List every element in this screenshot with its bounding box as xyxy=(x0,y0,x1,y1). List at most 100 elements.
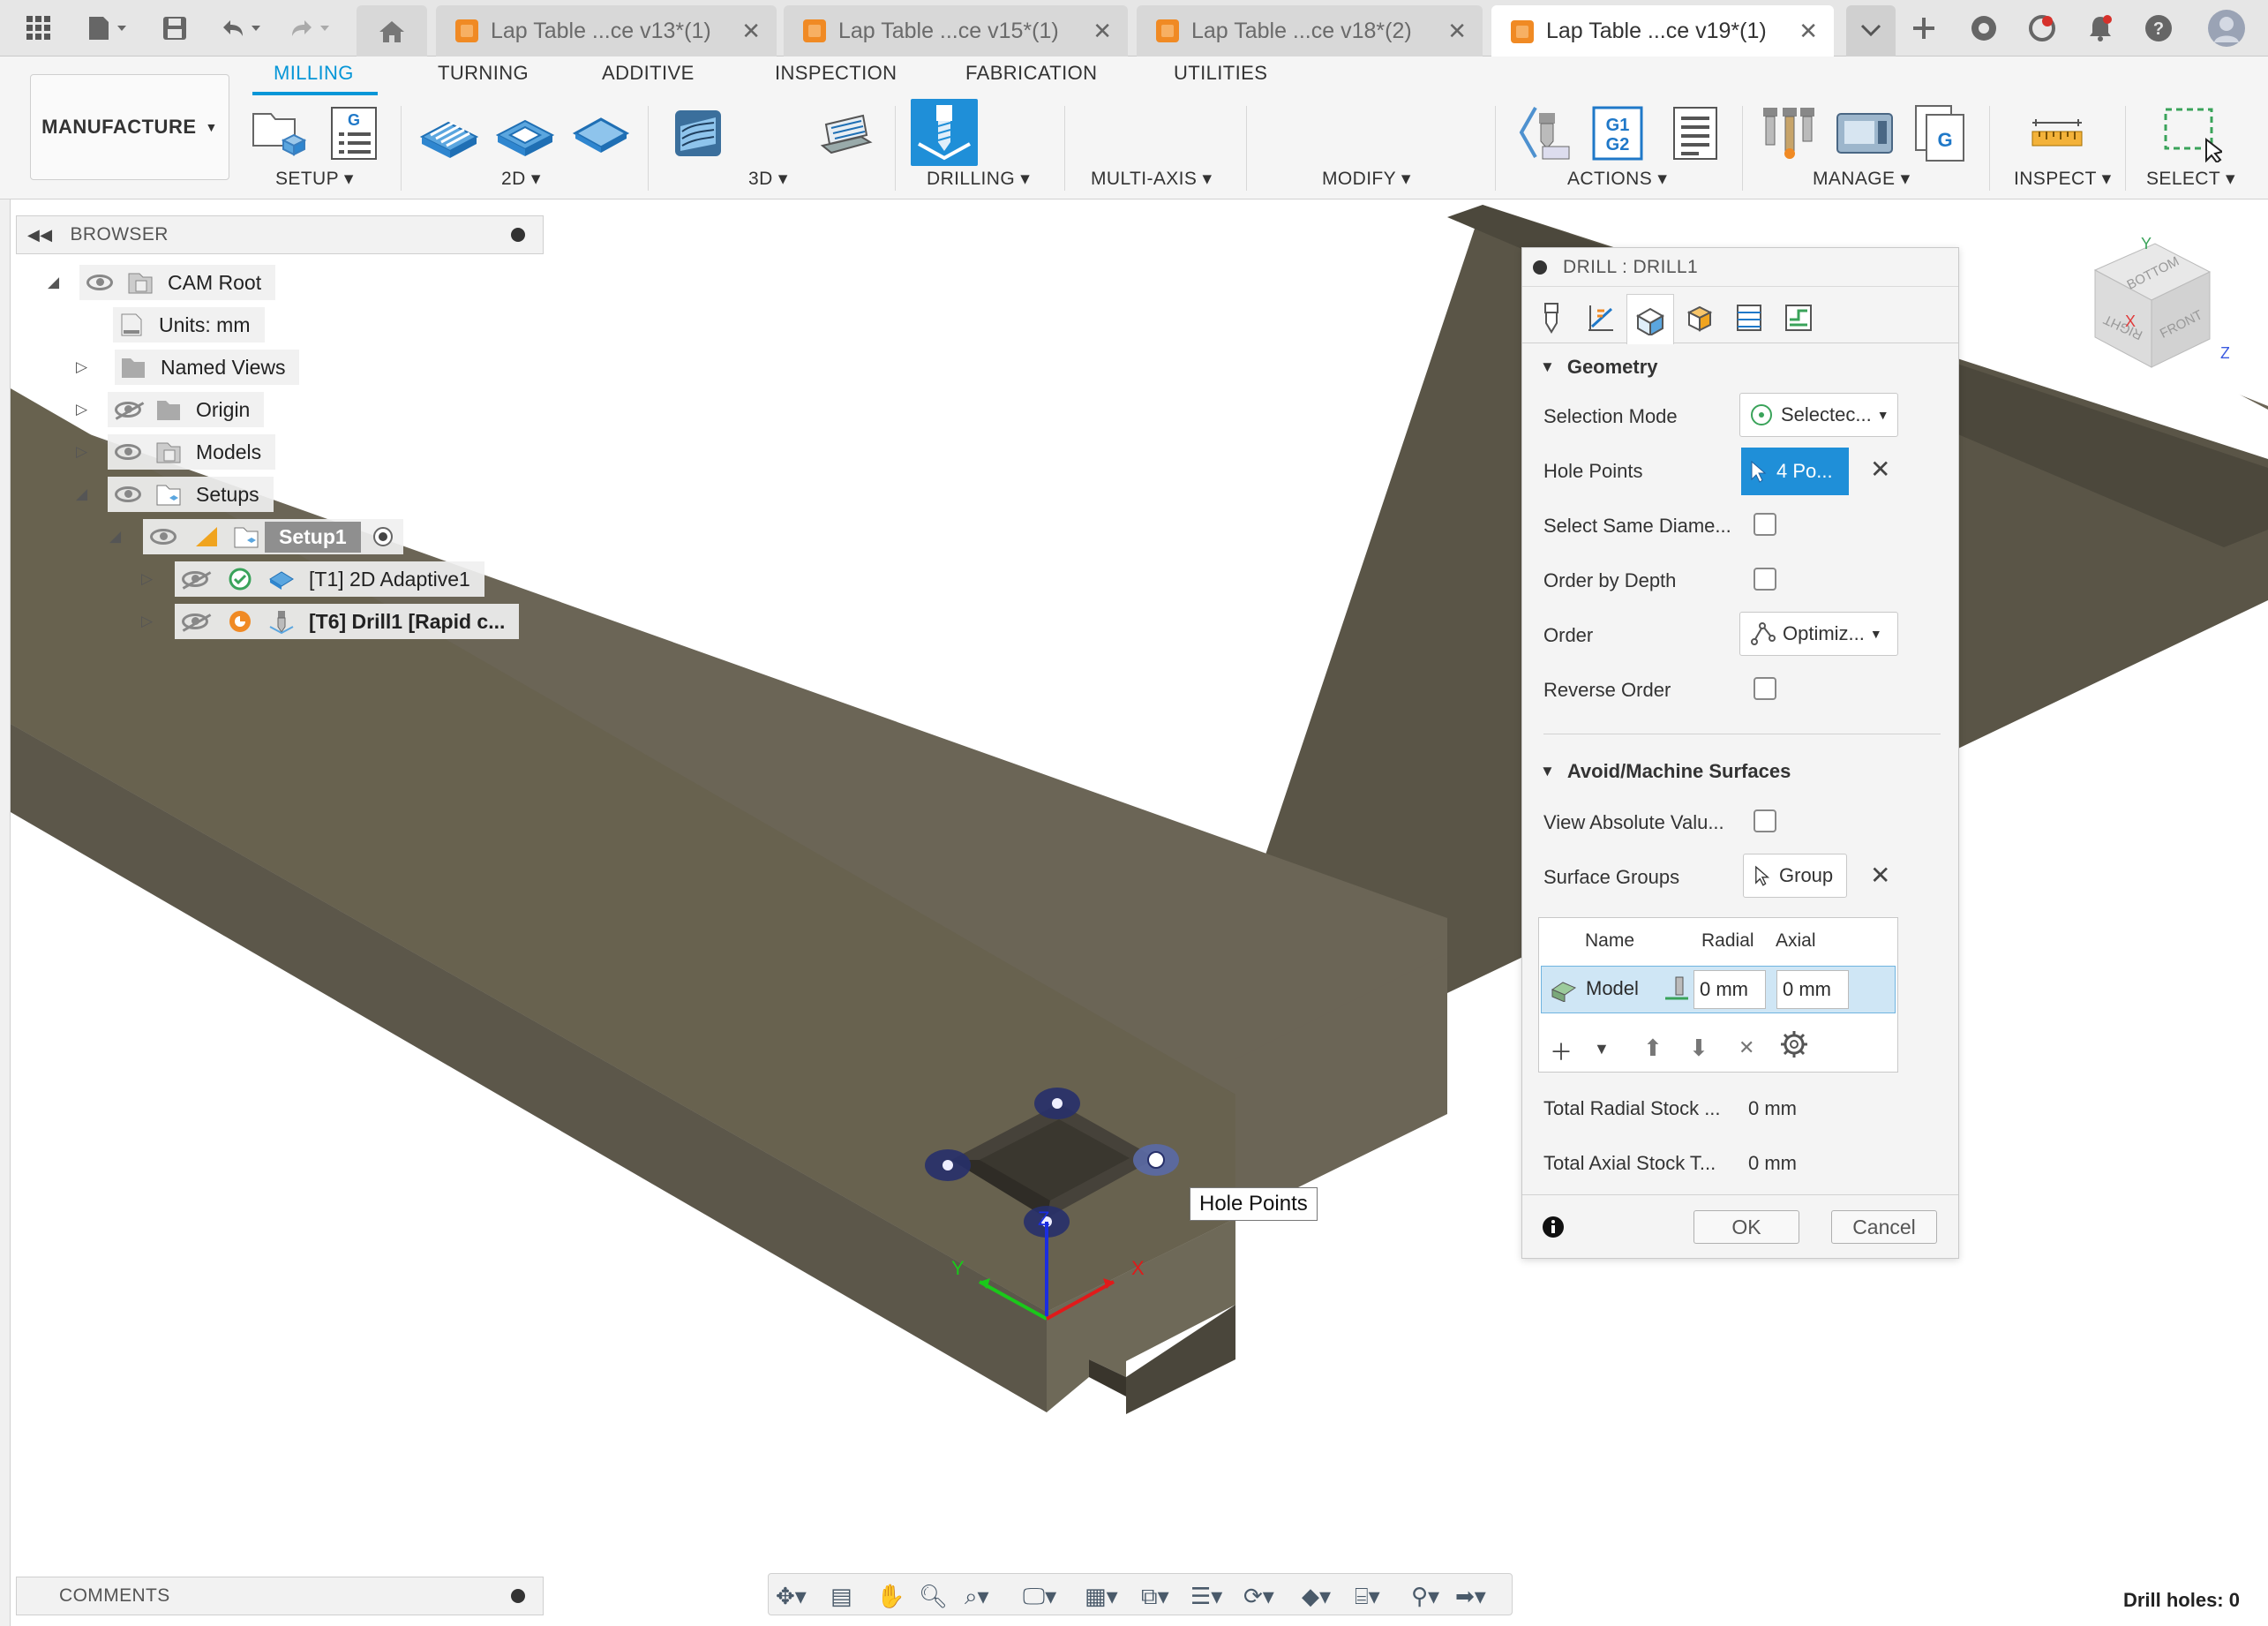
select-same-diameter-checkbox[interactable] xyxy=(1754,513,1776,536)
tab-fabrication[interactable]: FABRICATION xyxy=(965,62,1097,85)
tree-node-origin[interactable]: ▷ Origin xyxy=(76,392,265,427)
machine-display-icon[interactable]: ⌸▾ xyxy=(1355,1583,1380,1611)
pan-hand-icon[interactable]: ✋ xyxy=(876,1583,905,1610)
visibility-eye-icon[interactable] xyxy=(115,486,141,502)
tab-tool[interactable] xyxy=(1528,294,1575,342)
group-inspect[interactable]: INSPECT ▾ xyxy=(2014,168,2112,190)
group-multi-axis[interactable]: MULTI-AXIS ▾ xyxy=(1091,168,1212,190)
active-setup-radio-icon[interactable] xyxy=(372,525,394,548)
group-setup[interactable]: SETUP ▾ xyxy=(275,168,354,190)
refresh-icon[interactable]: ⟳▾ xyxy=(1243,1583,1274,1610)
visibility-eye-icon[interactable] xyxy=(150,529,176,545)
collapse-panel-icon[interactable]: ◀◀ xyxy=(27,226,53,245)
add-dropdown-chevron-icon[interactable]: ▼ xyxy=(1594,1040,1610,1058)
new-tab-icon[interactable] xyxy=(1906,11,1941,46)
undo-icon[interactable] xyxy=(215,11,268,46)
expand-triangle-icon[interactable]: ▷ xyxy=(76,401,87,418)
document-tab-v18[interactable]: Lap Table ...ce v18*(2) ✕ xyxy=(1137,5,1483,56)
stock-display-icon[interactable]: ☰▾ xyxy=(1190,1583,1222,1610)
info-icon[interactable] xyxy=(1542,1216,1565,1238)
table-row[interactable]: Model 0 mm 0 mm xyxy=(1541,966,1896,1013)
browser-panel-header[interactable]: ◀◀ BROWSER xyxy=(16,215,544,254)
tab-milling[interactable]: MILLING xyxy=(274,62,354,85)
tool-display-icon[interactable]: ⚲▾ xyxy=(1411,1583,1439,1610)
machine-library-button[interactable] xyxy=(1834,102,1896,164)
new-setup-button[interactable] xyxy=(247,102,309,164)
hidden-eye-icon[interactable] xyxy=(182,571,208,587)
delete-row-icon[interactable]: ✕ xyxy=(1739,1036,1754,1059)
clear-surface-groups-icon[interactable]: ✕ xyxy=(1870,861,1890,890)
reverse-order-checkbox[interactable] xyxy=(1754,677,1776,700)
group-drilling[interactable]: DRILLING ▾ xyxy=(927,168,1030,190)
group-manage[interactable]: MANAGE ▾ xyxy=(1813,168,1911,190)
extensions-icon[interactable] xyxy=(1966,11,2001,46)
move-down-arrow-icon[interactable]: ⬇ xyxy=(1689,1035,1709,1062)
document-tab-v19[interactable]: Lap Table ...ce v19*(1) ✕ xyxy=(1491,5,1834,57)
view-cube[interactable]: BOTTOM RIGHT FRONT Y Z X xyxy=(2079,235,2229,385)
collapse-triangle-icon[interactable]: ◢ xyxy=(48,274,59,291)
document-tab-v15[interactable]: Lap Table ...ce v15*(1) ✕ xyxy=(784,5,1128,56)
visibility-eye-icon[interactable] xyxy=(86,275,113,290)
expand-triangle-icon[interactable]: ▷ xyxy=(76,358,87,376)
expand-triangle-icon[interactable]: ▷ xyxy=(76,443,87,461)
tab-utilities[interactable]: UTILITIES xyxy=(1174,62,1267,85)
job-status-icon[interactable] xyxy=(2024,11,2060,46)
dialog-minimize-icon[interactable] xyxy=(1533,260,1547,275)
document-tab-v13[interactable]: Lap Table ...ce v13*(1) ✕ xyxy=(436,5,777,56)
tab-additive[interactable]: ADDITIVE xyxy=(602,62,695,85)
nc-program-button[interactable]: G xyxy=(323,102,385,164)
radial-offset-input[interactable]: 0 mm xyxy=(1693,970,1766,1009)
group-modify[interactable]: MODIFY ▾ xyxy=(1322,168,1411,190)
user-avatar[interactable] xyxy=(2204,10,2249,47)
tree-node-setups[interactable]: ◢ Setups xyxy=(76,477,274,512)
tree-node-models[interactable]: ▷ Models xyxy=(76,434,276,470)
hole-points-selection-button[interactable]: 4 Po... xyxy=(1741,448,1849,495)
workspace-switcher-button[interactable]: MANUFACTURE ▼ xyxy=(30,74,229,180)
window-select-button[interactable] xyxy=(2160,102,2222,164)
expand-triangle-icon[interactable]: ▷ xyxy=(141,613,153,630)
panel-minimize-icon[interactable] xyxy=(511,228,525,242)
tab-geometry[interactable] xyxy=(1626,294,1674,344)
collapse-triangle-icon[interactable]: ◢ xyxy=(76,486,87,503)
save-icon[interactable] xyxy=(157,11,192,46)
3d-parallel-button[interactable] xyxy=(814,102,875,164)
notifications-bell-icon[interactable] xyxy=(2083,11,2118,46)
visibility-eye-icon[interactable] xyxy=(115,444,141,460)
group-3d[interactable]: 3D ▾ xyxy=(748,168,788,190)
2d-pocket-button[interactable] xyxy=(494,102,556,164)
simulate-button[interactable] xyxy=(1514,102,1576,164)
section-avoid-machine-surfaces[interactable]: ▼ Avoid/Machine Surfaces xyxy=(1540,760,1791,783)
order-dropdown[interactable]: Optimiz... ▼ xyxy=(1739,612,1898,656)
close-tab-icon[interactable]: ✕ xyxy=(741,18,761,45)
tree-node-cam-root[interactable]: ◢ CAM Root xyxy=(48,265,276,300)
ok-button[interactable]: OK xyxy=(1693,1210,1799,1244)
group-select[interactable]: SELECT ▾ xyxy=(2146,168,2235,190)
tab-geometry-heights[interactable] xyxy=(1577,294,1625,342)
grid-settings-icon[interactable]: ▦▾ xyxy=(1085,1583,1118,1610)
collapse-triangle-icon[interactable]: ◢ xyxy=(109,528,121,546)
measure-button[interactable] xyxy=(2026,102,2088,164)
group-2d[interactable]: 2D ▾ xyxy=(501,168,541,190)
tab-turning[interactable]: TURNING xyxy=(438,62,529,85)
tool-library-button[interactable] xyxy=(1758,102,1820,164)
tab-overflow-icon[interactable] xyxy=(1846,5,1896,56)
zoom-icon[interactable]: 🔍︎ xyxy=(919,1583,948,1610)
panel-expand-icon[interactable] xyxy=(511,1589,525,1603)
post-process-button[interactable]: G1 G2 xyxy=(1587,102,1648,164)
group-actions[interactable]: ACTIONS ▾ xyxy=(1567,168,1667,190)
surface-groups-select-button[interactable]: Group xyxy=(1743,854,1847,898)
move-up-arrow-icon[interactable]: ⬆ xyxy=(1643,1035,1663,1062)
tab-heights[interactable] xyxy=(1676,294,1724,342)
cancel-button[interactable]: Cancel xyxy=(1831,1210,1937,1244)
close-tab-icon[interactable]: ✕ xyxy=(1799,18,1818,45)
2d-adaptive-button[interactable] xyxy=(418,102,480,164)
tab-cycle[interactable] xyxy=(1725,294,1773,342)
tab-inspection[interactable]: INSPECTION xyxy=(775,62,897,85)
solid-display-icon[interactable]: ◆▾ xyxy=(1302,1583,1331,1610)
clear-selection-icon[interactable]: ✕ xyxy=(1870,455,1890,484)
expand-triangle-icon[interactable]: ▷ xyxy=(141,570,153,588)
redo-icon[interactable] xyxy=(284,11,337,46)
drill-button[interactable] xyxy=(911,99,978,166)
settings-gear-icon[interactable] xyxy=(1779,1029,1809,1065)
section-geometry[interactable]: ▼ Geometry xyxy=(1540,356,1658,379)
